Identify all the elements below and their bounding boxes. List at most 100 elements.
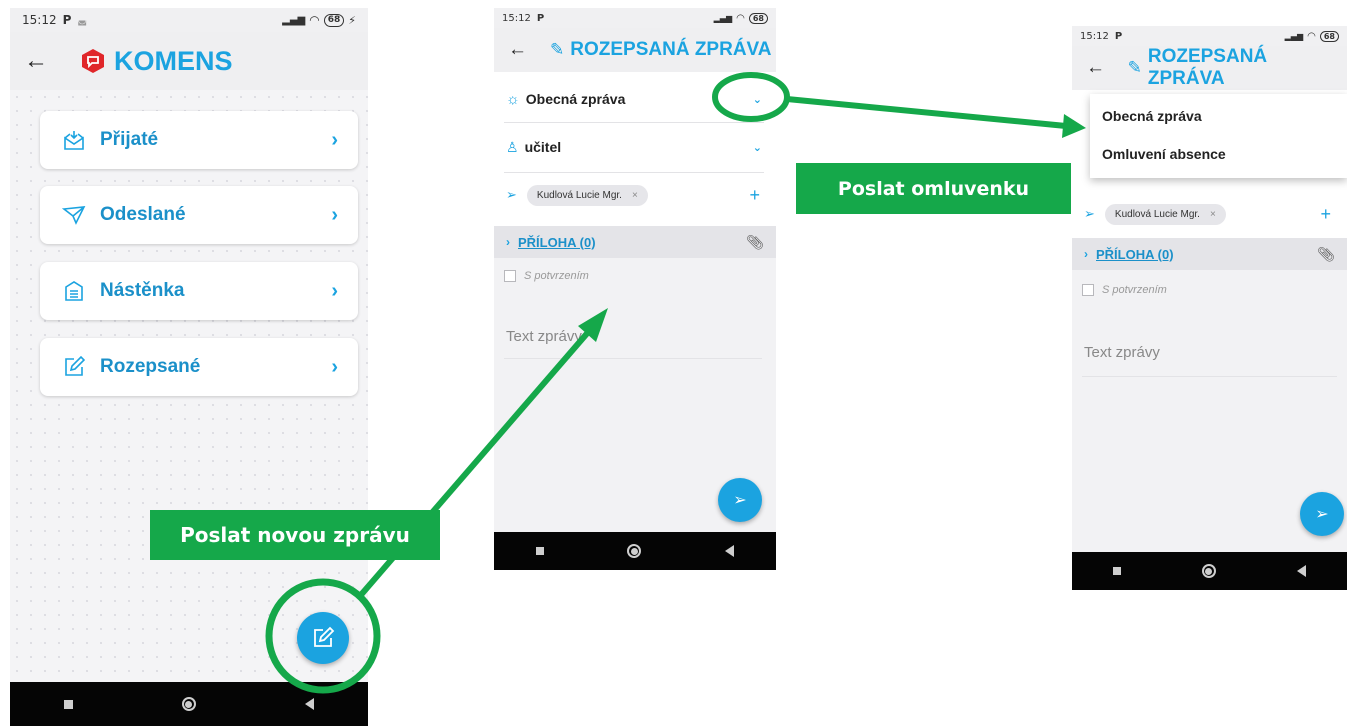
edit-icon xyxy=(65,355,86,376)
message-text-field[interactable]: Text zprávy xyxy=(1072,332,1347,372)
home-icon[interactable] xyxy=(181,697,196,711)
app-title-text: KOMENS xyxy=(114,45,233,76)
confirm-label: S potvrzením xyxy=(524,270,589,282)
screen-title-text: ROZEPSANÁ ZPRÁVA xyxy=(570,39,772,60)
arrow-line-dropdown xyxy=(786,96,1067,129)
attachment-bar[interactable]: › PŘÍLOHA (0) 📎︎ xyxy=(1072,238,1347,270)
attachment-label: PŘÍLOHA (0) xyxy=(518,234,596,250)
dropdown-option-absence[interactable]: Omluvení absence xyxy=(1090,135,1347,173)
message-text-field[interactable]: Text zprávy xyxy=(494,316,776,356)
chip-remove-icon[interactable]: × xyxy=(632,190,638,201)
menu-item-odeslane[interactable]: Odeslané › xyxy=(40,186,358,244)
back-arrow-icon[interactable]: ← xyxy=(24,47,80,75)
divider xyxy=(504,358,762,359)
recent-apps-icon[interactable] xyxy=(535,547,544,555)
attachment-bar[interactable]: › PŘÍLOHA (0) 📎︎ xyxy=(494,226,776,258)
battery-icon: 68 xyxy=(323,13,345,27)
recipient-chip-label: Kudlová Lucie Mgr. xyxy=(1114,208,1200,220)
status-time: 15:12 xyxy=(502,12,531,24)
signal-icon: ▂▄▆ xyxy=(713,13,733,23)
status-bar: 15:12 P ◛ ▂▄▆ ◠ 68 ⚡ xyxy=(10,8,368,32)
message-placeholder: Text zprávy xyxy=(1084,343,1160,361)
menu-item-label: Odeslané xyxy=(100,204,186,225)
confirm-row: S potvrzením xyxy=(1072,276,1347,304)
p-icon: P xyxy=(62,13,72,27)
person-icon: ♙ xyxy=(506,138,519,155)
recent-apps-icon[interactable] xyxy=(64,699,74,709)
send-icon: ➢ xyxy=(1084,206,1095,221)
wifi-icon: ◠ xyxy=(309,13,320,27)
chevron-right-icon: › xyxy=(1084,247,1088,261)
android-nav-bar xyxy=(1072,552,1347,590)
wifi-icon: ◠ xyxy=(736,12,745,24)
nav-back-icon[interactable] xyxy=(725,545,735,557)
attachment-label: PŘÍLOHA (0) xyxy=(1096,246,1174,262)
message-type-select[interactable]: ☼ Obecná zpráva ⌄ xyxy=(494,78,776,120)
board-icon xyxy=(65,281,83,301)
app-bar: ← ✎ ROZEPSANÁ ZPRÁVA xyxy=(494,28,776,72)
menu-item-nastenka[interactable]: Nástěnka › xyxy=(40,262,358,320)
send-icon xyxy=(62,206,86,225)
p-icon: P xyxy=(536,12,545,24)
confirm-row: S potvrzením xyxy=(494,262,776,290)
phone-screen-komens: 15:12 P ◛ ▂▄▆ ◠ 68 ⚡ ← KOMENS Přijaté › … xyxy=(10,8,368,726)
confirm-checkbox[interactable] xyxy=(504,270,516,282)
send-fab[interactable]: ➢ xyxy=(718,478,762,522)
menu-item-label: Rozepsané xyxy=(100,356,201,377)
recipient-row: ➢ Kudlová Lucie Mgr. × + xyxy=(494,178,776,212)
wifi-icon: ◠ xyxy=(1307,30,1316,42)
recipient-type-select[interactable]: ♙ učitel ⌄ xyxy=(494,126,776,168)
dropdown-option-general[interactable]: Obecná zpráva xyxy=(1090,97,1347,135)
inbox-icon xyxy=(64,131,84,150)
nav-back-icon[interactable] xyxy=(304,698,314,710)
chevron-right-icon: › xyxy=(331,128,338,151)
recent-apps-icon[interactable] xyxy=(1112,567,1121,575)
status-time: 15:12 xyxy=(1080,30,1109,42)
send-icon: ➢ xyxy=(733,492,747,509)
battery-icon: 68 xyxy=(748,12,768,24)
paperclip-icon[interactable]: 📎︎ xyxy=(1317,246,1335,263)
app-bar: ← KOMENS xyxy=(10,32,368,90)
chevron-down-icon[interactable]: ⌄ xyxy=(753,141,762,154)
send-fab[interactable]: ➢ xyxy=(1300,492,1344,536)
home-icon[interactable] xyxy=(1201,564,1216,578)
callout-new-message: Poslat novou zprávu xyxy=(150,510,440,560)
battery-icon: 68 xyxy=(1319,30,1339,42)
charging-icon: ⚡ xyxy=(348,13,356,27)
signal-icon: ▂▄▆ xyxy=(282,14,306,26)
back-arrow-icon[interactable]: ← xyxy=(508,39,550,61)
chip-remove-icon[interactable]: × xyxy=(1210,209,1216,220)
add-recipient-button[interactable]: + xyxy=(749,185,760,206)
back-arrow-icon[interactable]: ← xyxy=(1086,57,1128,79)
message-type-dropdown: Obecná zpráva Omluvení absence xyxy=(1090,94,1347,178)
phone-screen-compose: 15:12 P ▂▄▆ ◠ 68 ← ✎ ROZEPSANÁ ZPRÁVA ☼ … xyxy=(494,8,776,570)
recipient-chip[interactable]: Kudlová Lucie Mgr. × xyxy=(1104,203,1226,225)
confirm-checkbox[interactable] xyxy=(1082,284,1094,296)
home-icon[interactable] xyxy=(627,544,642,558)
pencil-icon: ✎ xyxy=(1127,58,1142,77)
send-icon: ➢ xyxy=(1315,506,1329,523)
status-bar: 15:12 P ▂▄▆ ◠ 68 xyxy=(494,8,776,28)
menu-item-label: Nástěnka xyxy=(100,280,185,301)
paperclip-icon[interactable]: 📎︎ xyxy=(746,234,764,251)
add-recipient-button[interactable]: + xyxy=(1320,204,1331,225)
callout-excuse: Poslat omluvenku xyxy=(796,163,1071,214)
sun-icon: ☼ xyxy=(506,90,520,108)
chevron-right-icon: › xyxy=(331,203,338,226)
app-bar: ← ✎ ROZEPSANÁ ZPRÁVA xyxy=(1072,46,1347,90)
recipient-type-value: učitel xyxy=(524,139,562,155)
screen-title: ✎ ROZEPSANÁ ZPRÁVA xyxy=(550,39,772,61)
new-message-fab[interactable] xyxy=(297,612,349,664)
chevron-right-icon: › xyxy=(506,235,510,249)
chevron-down-icon[interactable]: ⌄ xyxy=(753,93,762,106)
recipient-chip[interactable]: Kudlová Lucie Mgr. × xyxy=(526,184,648,206)
nav-back-icon[interactable] xyxy=(1297,565,1307,577)
compose-icon xyxy=(314,626,335,647)
message-placeholder: Text zprávy xyxy=(506,327,582,345)
p-icon: P xyxy=(1114,30,1123,42)
status-time: 15:12 xyxy=(22,13,57,27)
menu-item-rozepsane[interactable]: Rozepsané › xyxy=(40,338,358,396)
message-type-value: Obecná zpráva xyxy=(525,91,626,107)
phone-screen-dropdown: 15:12 P ▂▄▆ ◠ 68 ← ✎ ROZEPSANÁ ZPRÁVA Ob… xyxy=(1072,26,1347,590)
menu-item-prijate[interactable]: Přijaté › xyxy=(40,111,358,169)
